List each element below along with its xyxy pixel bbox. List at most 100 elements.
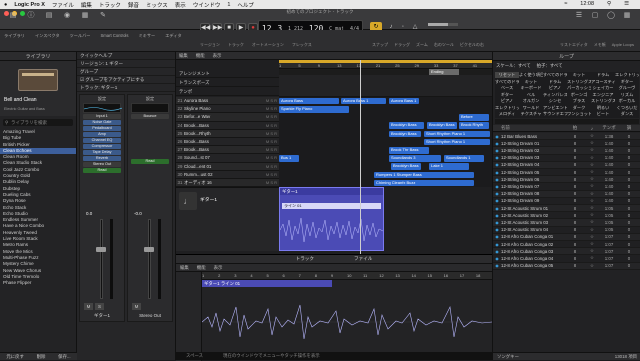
library-item[interactable]: Phase Flipper (0, 280, 76, 286)
cb-label-1[interactable]: ライブラリ (4, 33, 25, 39)
keyword-button[interactable]: メロディ (495, 111, 519, 117)
region[interactable]: Aurora Bass (279, 97, 339, 105)
cb-tool-6[interactable]: ドラッグ (394, 42, 410, 48)
inspector-icon[interactable]: ⓘ (24, 12, 38, 20)
keyword-button[interactable]: リセット (495, 72, 519, 79)
loop-row[interactable]: ◉ 12-String Dream 09 8 ☆ 1:40 0 (493, 197, 640, 205)
mute-solo-icon[interactable]: M S R (266, 180, 279, 185)
track-name[interactable]: Cloud...ent 01 (184, 164, 211, 169)
loop-row[interactable]: ◉ 12-8 Afro Cuban Conga 04 8 ☆ 1:07 0 (493, 255, 640, 263)
keyword-button[interactable]: ビート (591, 111, 615, 117)
loops-sign-filter[interactable]: 拍子：すべて (537, 63, 563, 70)
keyword-button[interactable]: キット (519, 79, 543, 85)
editor-menu-view[interactable]: 表示 (214, 265, 223, 271)
keyword-button[interactable]: サウンドエフェクト (543, 111, 567, 117)
loop-fav-icon[interactable]: ☆ (585, 169, 599, 175)
plugin-slot-1[interactable]: Noise Gate (83, 120, 121, 125)
loops-songkey[interactable]: ソングキー (497, 354, 519, 360)
plugin-slot-4[interactable]: Channel EQ (83, 138, 121, 143)
editor-menu-edit[interactable]: 編集 (180, 265, 189, 271)
keyword-button[interactable]: ストリングス (591, 98, 615, 104)
region[interactable]: Short Rhythm Piano 1 (424, 138, 490, 146)
keyword-button[interactable]: オルガン (519, 98, 543, 104)
loop-row[interactable]: ◉ 12-String Dream 05 8 ☆ 1:40 0 (493, 169, 640, 177)
strip-eq-display[interactable] (131, 103, 169, 113)
track-header[interactable]: 29 Cloud...ent 01 M S R (176, 162, 279, 171)
library-icon[interactable]: ▤ (6, 12, 20, 20)
cb-tool-11[interactable]: メモ帳 (594, 42, 606, 48)
keyword-button[interactable]: よく使う項目 (519, 72, 543, 78)
keyword-button[interactable]: ストリングス (567, 79, 591, 85)
delete-button[interactable]: 削除 (37, 354, 46, 360)
menu-app[interactable]: Logic Pro X (14, 2, 45, 8)
loop-row[interactable]: ◉ 12-St Acoustic Strum 01 8 ☆ 1:05 0 (493, 205, 640, 213)
loop-fav-icon[interactable]: ☆ (585, 219, 599, 225)
strip-input[interactable]: Input 1 (83, 114, 121, 119)
volume-fader-knob[interactable] (144, 247, 154, 253)
track-name[interactable]: オーディオ 16 (184, 180, 212, 186)
loop-row[interactable]: ◉ 12-8 Afro Cuban Conga 01 8 ☆ 1:07 0 (493, 233, 640, 241)
track-name[interactable]: Rumm...ust 02 (184, 172, 213, 177)
keyword-button[interactable]: ティンバレス (543, 92, 567, 98)
cb-label-2[interactable]: インスペクタ (35, 33, 60, 39)
group-active-row[interactable]: ☑ グループをアクティブにする (77, 76, 175, 84)
col-fav[interactable]: ♪ (585, 126, 599, 131)
quick-help-row[interactable]: クイックヘルプ (77, 52, 175, 60)
loop-row[interactable]: ◉ 12-String Dream 03 8 ☆ 1:40 0 (493, 154, 640, 162)
region[interactable]: Chiming Cleanfx Buzz (374, 179, 474, 187)
menu-view[interactable]: 表示 (175, 1, 186, 9)
track-header[interactable]: 24 Brook...Bass M S R (176, 121, 279, 130)
loop-row[interactable]: ◉ 12-String Dream 04 8 ☆ 1:40 0 (493, 161, 640, 169)
region[interactable]: Brooklyn Bass (427, 122, 457, 129)
keyword-button[interactable]: くつろいだ (615, 105, 639, 111)
track-name[interactable]: Skyline Piano (184, 106, 211, 111)
search-icon[interactable]: ⚲ (607, 1, 611, 7)
mute-solo-icon[interactable]: M S R (266, 98, 279, 103)
strip-setting[interactable]: 設定 (128, 95, 172, 102)
loop-fav-icon[interactable]: ☆ (585, 198, 599, 204)
region[interactable]: Brook Thr Bass (389, 147, 429, 154)
menu-track[interactable]: トラック (99, 1, 121, 9)
keyword-button[interactable]: エレクトリック (615, 72, 639, 78)
region[interactable]: Soundlands 1 (444, 155, 484, 162)
loop-row[interactable]: ◉ 12 Bar Blues Bass 8 ☆ 1:38 0 (493, 133, 640, 141)
tab-file[interactable]: ファイル (354, 256, 372, 262)
loop-fav-icon[interactable]: ☆ (585, 205, 599, 211)
strip-automation[interactable]: Read (83, 168, 121, 173)
loop-fav-icon[interactable]: ☆ (585, 155, 599, 161)
track-name[interactable]: Brook...Bass (184, 147, 209, 152)
loop-fav-icon[interactable]: ☆ (585, 176, 599, 182)
mute-solo-icon[interactable]: M S R (266, 172, 279, 177)
cb-label-5[interactable]: ミキサー (138, 33, 155, 39)
track-name[interactable]: Brook...Rhyth (184, 131, 211, 136)
loop-row[interactable]: ◉ 12-String Dream 02 8 ☆ 1:40 0 (493, 147, 640, 155)
region[interactable]: Brooklyn Bass (389, 122, 424, 129)
keyword-button[interactable]: ダーク (567, 105, 591, 111)
track-name[interactable]: Brook...Bass (184, 123, 209, 128)
track-header[interactable]: 22 Skyline Piano M S R (176, 105, 279, 114)
keyword-button[interactable]: ベース (495, 85, 519, 91)
keyword-button[interactable]: アコースティック (591, 79, 615, 85)
editors-icon[interactable]: ✎ (96, 12, 110, 20)
loop-row[interactable]: ◉ 12-8 Afro Cuban Conga 03 8 ☆ 1:07 0 (493, 248, 640, 256)
tracks-menu-function[interactable]: 機能 (196, 53, 205, 59)
menu-1[interactable]: 1 (227, 2, 230, 8)
editor-region-name[interactable]: ギター1 ライン 01 (202, 280, 332, 287)
revert-button[interactable]: 元に戻す (6, 354, 24, 360)
loop-fav-icon[interactable]: ☆ (585, 234, 599, 240)
region[interactable]: Brooklyn Bass (391, 163, 421, 170)
cb-tool-3[interactable]: オートメーション (252, 42, 284, 48)
keyword-button[interactable]: アンビエント (543, 105, 567, 111)
loop-fav-icon[interactable]: ☆ (585, 140, 599, 146)
track-header[interactable]: 28 Sound...st 07 M S R (176, 154, 279, 163)
region[interactable]: Short Rhythm Piano 1 (424, 130, 490, 138)
global-arrangement[interactable]: アレンジメント (176, 69, 279, 78)
keyword-button[interactable]: キット (567, 72, 591, 78)
cb-label-6[interactable]: エディタ (165, 33, 181, 39)
loop-fav-icon[interactable]: ☆ (585, 147, 599, 153)
menu-help[interactable]: ヘルプ (237, 1, 254, 9)
keyword-button[interactable]: ギター (495, 92, 519, 98)
track-name[interactable]: Befor...e Wav (184, 114, 210, 119)
strip-output[interactable]: Stereo Out (83, 162, 121, 167)
keyword-button[interactable]: ボーカル (615, 98, 639, 104)
